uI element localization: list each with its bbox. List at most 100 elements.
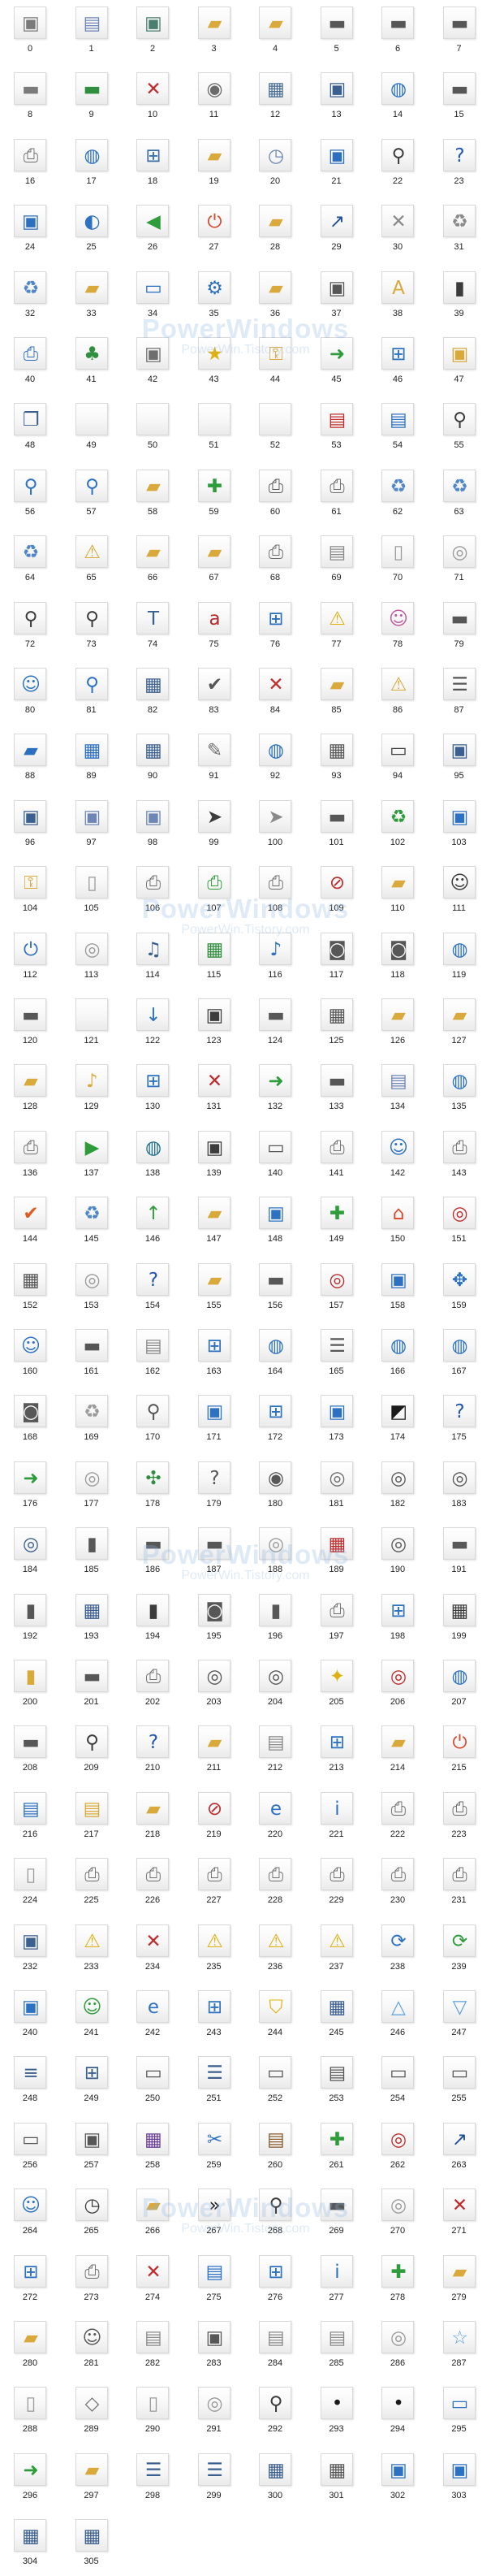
blank-document-icon[interactable]: ▯ [136, 2387, 169, 2420]
icon-cell[interactable]: ▣ 98 [126, 794, 179, 857]
icon-cell[interactable]: ▣ 148 [248, 1190, 302, 1253]
icon-cell[interactable]: ▬ 186 [126, 1521, 179, 1584]
icon-cell[interactable]: ▤ 212 [248, 1719, 302, 1782]
icon-cell[interactable]: ▬ 187 [187, 1521, 241, 1584]
icon-cell[interactable]: ◎ 270 [371, 2182, 424, 2245]
cd-icon[interactable]: ◎ [75, 1262, 108, 1296]
icon-cell[interactable]: ⚠ 235 [187, 1918, 241, 1981]
drive-icon[interactable]: ▬ [442, 1527, 476, 1561]
blank-icon[interactable] [75, 998, 108, 1031]
icon-cell[interactable]: ⎙ 230 [371, 1851, 424, 1915]
icon-cell[interactable]: ◎ 177 [65, 1455, 118, 1518]
scanner-icon[interactable]: ▬ [14, 998, 46, 1031]
icon-cell[interactable]: ▰ 4 [248, 0, 302, 63]
search-icon[interactable]: ⚲ [14, 469, 46, 502]
icon-cell[interactable]: ▣ 240 [3, 1984, 57, 2047]
icon-cell[interactable]: ➤ 100 [248, 794, 302, 857]
network-icon[interactable]: ⊞ [259, 1395, 291, 1428]
icon-cell[interactable]: ▦ 189 [310, 1521, 364, 1584]
drive-icon[interactable]: ▬ [14, 1725, 46, 1759]
icon-cell[interactable]: ▰ 88 [3, 727, 57, 790]
contrast-icon[interactable]: ◩ [381, 1395, 414, 1428]
camera-icon[interactable]: ◙ [320, 932, 353, 965]
icon-cell[interactable]: ▣ 303 [433, 2447, 486, 2510]
icon-cell[interactable]: ♪ 116 [248, 926, 302, 989]
filter-icon[interactable]: ≡ [14, 2056, 46, 2089]
icon-cell[interactable]: ⊞ 198 [371, 1587, 424, 1651]
icon-cell[interactable]: A 38 [371, 265, 424, 328]
icon-cell[interactable]: ➜ 176 [3, 1455, 57, 1518]
icon-cell[interactable]: ▦ 90 [126, 727, 179, 790]
grid-view-icon[interactable]: ▦ [320, 1990, 353, 2023]
disk-checked-icon[interactable]: ✔ [197, 668, 230, 700]
recycle-bin-icon[interactable]: ♻ [442, 469, 476, 502]
icon-cell[interactable]: ▬ 269 [310, 2182, 364, 2245]
icon-cell[interactable]: ◙ 168 [3, 1388, 57, 1452]
key-icon[interactable]: ⚿ [259, 337, 291, 370]
cd-icon[interactable]: ◎ [259, 1527, 291, 1561]
icon-cell[interactable]: ◷ 20 [248, 132, 302, 196]
briefcase-icon[interactable]: ▣ [136, 337, 169, 370]
icon-cell[interactable]: ▤ 275 [187, 2249, 241, 2312]
icon-cell[interactable]: ◎ 182 [371, 1455, 424, 1518]
icon-cell[interactable]: e 220 [248, 1786, 302, 1849]
icon-cell[interactable]: ▬ 201 [65, 1653, 118, 1717]
mobile-device-icon[interactable]: ▮ [14, 1660, 46, 1692]
shield-icon[interactable]: ⛉ [259, 1990, 291, 2023]
icon-cell[interactable]: ↗ 263 [433, 2116, 486, 2180]
document-icon[interactable]: ▤ [75, 1791, 108, 1825]
documents-icon[interactable]: ▤ [381, 1064, 414, 1098]
icon-cell[interactable]: ⊞ 172 [248, 1388, 302, 1452]
power-icon[interactable]: ⏻ [442, 1725, 476, 1759]
search-icon[interactable]: ⚲ [259, 2189, 291, 2222]
search-icon[interactable]: ⚲ [75, 668, 108, 700]
icon-cell[interactable]: ▣ 123 [187, 992, 241, 1055]
monitor-icon[interactable]: ▭ [381, 734, 414, 767]
icon-cell[interactable]: ⊘ 219 [187, 1786, 241, 1849]
icon-cell[interactable]: » 267 [187, 2182, 241, 2245]
icon-cell[interactable]: ✕ 131 [187, 1058, 241, 1121]
icon-cell[interactable]: ▬ 79 [433, 595, 486, 659]
icon-cell[interactable]: • 293 [310, 2380, 364, 2444]
network-icon[interactable]: ⊞ [197, 1329, 230, 1362]
icon-cell[interactable]: ▦ 305 [65, 2513, 118, 2576]
folder-icon[interactable]: ▰ [381, 866, 414, 899]
network-icon[interactable]: ◍ [75, 138, 108, 171]
icon-cell[interactable]: ▰ 155 [187, 1257, 241, 1320]
computer-icon[interactable]: ▣ [442, 734, 476, 767]
icon-cell[interactable]: ♪ 129 [65, 1058, 118, 1121]
network-users-icon[interactable]: ☺ [381, 1130, 414, 1163]
icon-cell[interactable]: ▰ 67 [187, 529, 241, 592]
window-icon[interactable]: ▣ [197, 998, 230, 1031]
icon-cell[interactable]: ⊞ 249 [65, 2050, 118, 2113]
details-view-icon[interactable]: ☰ [197, 2453, 230, 2486]
globe-icon[interactable]: ◍ [442, 1660, 476, 1692]
document-icon[interactable]: ▤ [259, 2321, 291, 2353]
icon-cell[interactable]: ◎ 157 [310, 1257, 364, 1320]
icon-cell[interactable]: ▦ 82 [126, 661, 179, 725]
image-document-icon[interactable]: ▤ [381, 403, 414, 436]
icon-cell[interactable]: ▬ 101 [310, 794, 364, 857]
power-icon[interactable]: ⏻ [14, 932, 46, 965]
printer-icon[interactable]: ⎙ [136, 866, 169, 899]
computer-icon[interactable]: ▣ [197, 1395, 230, 1428]
icon-cell[interactable]: ≡ 248 [3, 2050, 57, 2113]
icon-cell[interactable]: ▭ 256 [3, 2116, 57, 2180]
icon-cell[interactable]: ⎙ 60 [248, 463, 302, 526]
icon-cell[interactable]: T 74 [126, 595, 179, 659]
add-computer-icon[interactable]: ✚ [320, 1197, 353, 1230]
icon-cell[interactable]: ▤ 216 [3, 1786, 57, 1849]
window-icon[interactable]: ▭ [381, 2056, 414, 2089]
info-icon[interactable]: i [320, 2254, 353, 2288]
icon-cell[interactable]: ◩ 174 [371, 1388, 424, 1452]
dot-icon[interactable]: • [381, 2387, 414, 2420]
icon-cell[interactable]: ⚙ 35 [187, 265, 241, 328]
printer-icon[interactable]: ⎙ [320, 1593, 353, 1626]
printer-icon[interactable]: ⎙ [197, 1858, 230, 1891]
icon-cell[interactable]: ⚠ 236 [248, 1918, 302, 1981]
folders-icon[interactable]: ▰ [442, 2254, 476, 2288]
icon-cell[interactable]: ⚲ 56 [3, 463, 57, 526]
memory-icon[interactable]: ▦ [259, 72, 291, 106]
icon-cell[interactable]: ▰ 128 [3, 1058, 57, 1121]
icon-cell[interactable]: ⚲ 57 [65, 463, 118, 526]
